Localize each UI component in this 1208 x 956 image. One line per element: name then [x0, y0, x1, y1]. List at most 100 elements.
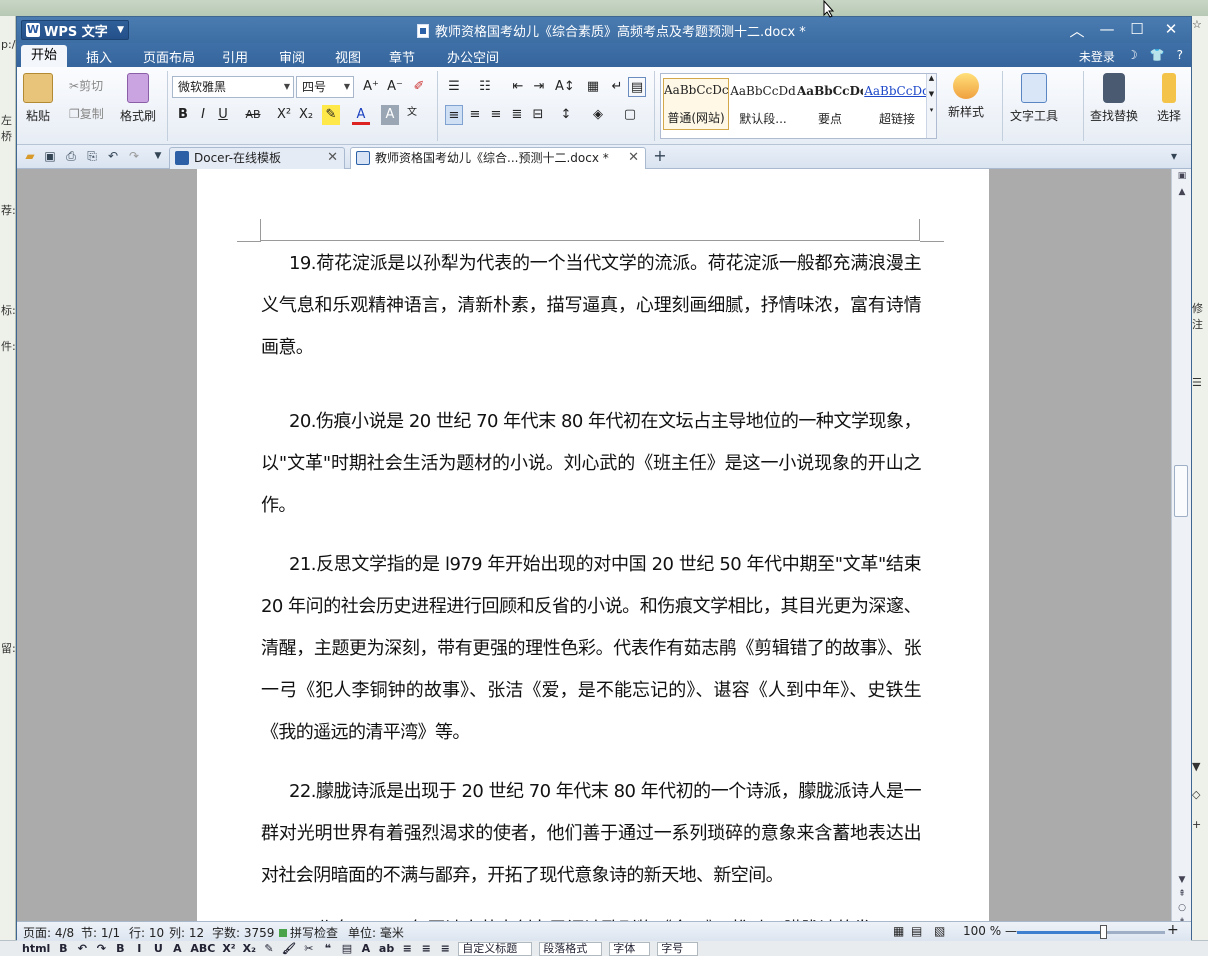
undo-icon[interactable]: ↶	[106, 149, 120, 163]
bg-tool[interactable]: ▤	[341, 942, 353, 955]
menu-insert[interactable]: 插入	[86, 47, 112, 67]
bg-tool[interactable]: ≡	[401, 942, 413, 955]
open-folder-icon[interactable]: ▰	[23, 149, 37, 163]
print-icon[interactable]: ⎙	[64, 149, 78, 163]
zoom-level[interactable]: 100 %	[963, 924, 1001, 938]
bg-tool[interactable]: ab	[379, 942, 394, 955]
close-tab-icon[interactable]: ✕	[327, 148, 338, 168]
bg-tool[interactable]: A	[171, 942, 183, 955]
paste-button[interactable]: 粘贴	[23, 73, 53, 124]
font-color-icon[interactable]: A	[352, 105, 370, 125]
spell-check-toggle[interactable]: 拼写检查	[279, 924, 338, 941]
status-word-count[interactable]: 字数: 3759	[212, 924, 274, 941]
bg-tool[interactable]: U	[152, 942, 164, 955]
bold-icon[interactable]: B	[174, 105, 192, 125]
vertical-scrollbar[interactable]: ▣ ▲ ▼ ⇞ ○ ⇟	[1171, 169, 1191, 927]
maximize-button[interactable]: ☐	[1124, 20, 1150, 38]
increase-indent-icon[interactable]: ⇥	[530, 77, 548, 97]
scroll-down-icon[interactable]: ▼	[1175, 875, 1189, 885]
find-replace-button[interactable]: 查找替换	[1090, 73, 1138, 124]
zoom-out-icon[interactable]: —	[1005, 924, 1017, 938]
zoom-in-icon[interactable]: +	[1167, 922, 1179, 938]
phonetic-guide-icon[interactable]: 文	[403, 103, 421, 123]
bg-tool[interactable]: B	[114, 942, 126, 955]
sort-icon[interactable]: ▤	[628, 77, 646, 97]
bg-tool[interactable]: X₂	[243, 942, 256, 955]
style-hyperlink[interactable]: AaBbCcDd 超链接	[864, 80, 930, 127]
distributed-icon[interactable]: ⊟	[529, 105, 547, 125]
document-page[interactable]: 19.荷花淀派是以孙犁为代表的一个当代文学的流派。荷花淀派一般都充满浪漫主义气息…	[197, 169, 989, 921]
text-direction-icon[interactable]: A↕	[555, 77, 575, 97]
ruler-toggle-icon[interactable]: ▣	[1175, 171, 1189, 181]
browse-object-icon[interactable]: ○	[1175, 903, 1189, 913]
subscript-icon[interactable]: X₂	[297, 105, 315, 125]
bg-tool[interactable]: ≡	[439, 942, 451, 955]
shrink-font-icon[interactable]: A⁻	[386, 77, 404, 97]
bg-tool[interactable]: ↷	[95, 942, 107, 955]
quick-access-dropdown-icon[interactable]: ▼	[151, 149, 165, 163]
menu-references[interactable]: 引用	[222, 47, 248, 67]
bg-font-select[interactable]: 字体	[609, 941, 651, 956]
redo-icon[interactable]: ↷	[127, 149, 141, 163]
paragraph[interactable]: 19.荷花淀派是以孙犁为代表的一个当代文学的流派。荷花淀派一般都充满浪漫主义气息…	[261, 243, 922, 369]
paragraph[interactable]: 20.伤痕小说是 20 世纪 70 年代末 80 年代初在文坛占主导地位的一种文…	[261, 401, 922, 527]
style-default-paragraph[interactable]: AaBbCcDd 默认段...	[730, 80, 796, 127]
help-icon[interactable]: ?	[1177, 48, 1183, 65]
copy-button[interactable]: ❐ 复制	[69, 105, 104, 122]
web-layout-icon[interactable]: ▧	[934, 924, 945, 938]
save-icon[interactable]: ▣	[43, 149, 57, 163]
style-gallery-scroll[interactable]: ▲ ▼ ▾	[926, 74, 936, 138]
format-painter-button[interactable]: 格式刷	[120, 73, 156, 124]
cut-button[interactable]: ✂ 剪切	[69, 77, 103, 94]
menu-chapter[interactable]: 章节	[389, 47, 415, 67]
status-unit[interactable]: 单位: 毫米	[348, 924, 404, 941]
menu-office-space[interactable]: 办公空间	[447, 47, 499, 67]
new-tab-icon[interactable]: +	[653, 148, 667, 164]
paragraph[interactable]: 21.反思文学指的是 l979 年开始出现的对中国 20 世纪 50 年代中期至…	[261, 544, 922, 754]
grow-font-icon[interactable]: A⁺	[362, 77, 380, 97]
italic-icon[interactable]: I	[194, 105, 212, 125]
strikethrough-icon[interactable]: AB	[241, 105, 265, 125]
bg-tool[interactable]: ❝	[322, 942, 334, 955]
tab-docer-templates[interactable]: Docer-在线模板 ✕	[169, 147, 345, 169]
tab-current-document[interactable]: 教师资格国考幼儿《综合...预测十二.docx * ✕	[350, 147, 646, 169]
bg-tool[interactable]: ABC	[190, 942, 215, 955]
line-spacing-icon[interactable]: ↕	[557, 105, 575, 125]
zoom-slider[interactable]	[1017, 925, 1165, 939]
font-size-select[interactable]: 四号 ▼	[296, 76, 354, 98]
text-tools-button[interactable]: 文字工具	[1010, 73, 1058, 124]
new-style-button[interactable]: 新样式	[948, 73, 984, 120]
shirt-icon[interactable]: 👕	[1150, 48, 1165, 65]
prev-page-icon[interactable]: ⇞	[1175, 889, 1189, 899]
page-layout-icon[interactable]: ▤	[911, 924, 922, 938]
paragraph-shading-icon[interactable]: ◈	[589, 105, 607, 125]
show-marks-icon[interactable]: ↵	[608, 77, 626, 97]
minimize-button[interactable]: —	[1094, 20, 1120, 38]
borders-icon[interactable]: ▢	[621, 105, 639, 125]
menu-view[interactable]: 视图	[335, 47, 361, 67]
align-left-icon[interactable]: ≡	[445, 105, 463, 125]
char-shading-icon[interactable]: A	[381, 105, 399, 125]
justify-icon[interactable]: ≣	[508, 105, 526, 125]
align-right-icon[interactable]: ≡	[487, 105, 505, 125]
bg-tool[interactable]: ✎	[263, 942, 275, 955]
select-button[interactable]: 选择	[1157, 73, 1181, 124]
reading-layout-icon[interactable]: ▦	[893, 924, 904, 938]
bg-heading-select[interactable]: 自定义标题	[458, 941, 533, 956]
clear-format-icon[interactable]: ✐	[410, 77, 428, 97]
bg-tool[interactable]: html	[22, 942, 50, 955]
bg-tool[interactable]: I	[133, 942, 145, 955]
scroll-thumb[interactable]	[1174, 465, 1188, 517]
bg-size-select[interactable]: 字号	[657, 941, 699, 956]
menu-review[interactable]: 审阅	[279, 47, 305, 67]
tab-list-icon[interactable]: ▾	[1167, 149, 1181, 163]
menu-home[interactable]: 开始	[21, 45, 68, 67]
login-status[interactable]: 未登录	[1079, 48, 1115, 65]
bg-tool[interactable]: ✂	[303, 942, 315, 955]
skin-moon-icon[interactable]: ☽	[1127, 48, 1138, 65]
zoom-slider-knob[interactable]	[1099, 925, 1107, 939]
bg-tool[interactable]: B	[57, 942, 69, 955]
bg-tool[interactable]: ≡	[420, 942, 432, 955]
bg-paragraph-select[interactable]: 段落格式	[539, 941, 603, 956]
decrease-indent-icon[interactable]: ⇤	[509, 77, 527, 97]
